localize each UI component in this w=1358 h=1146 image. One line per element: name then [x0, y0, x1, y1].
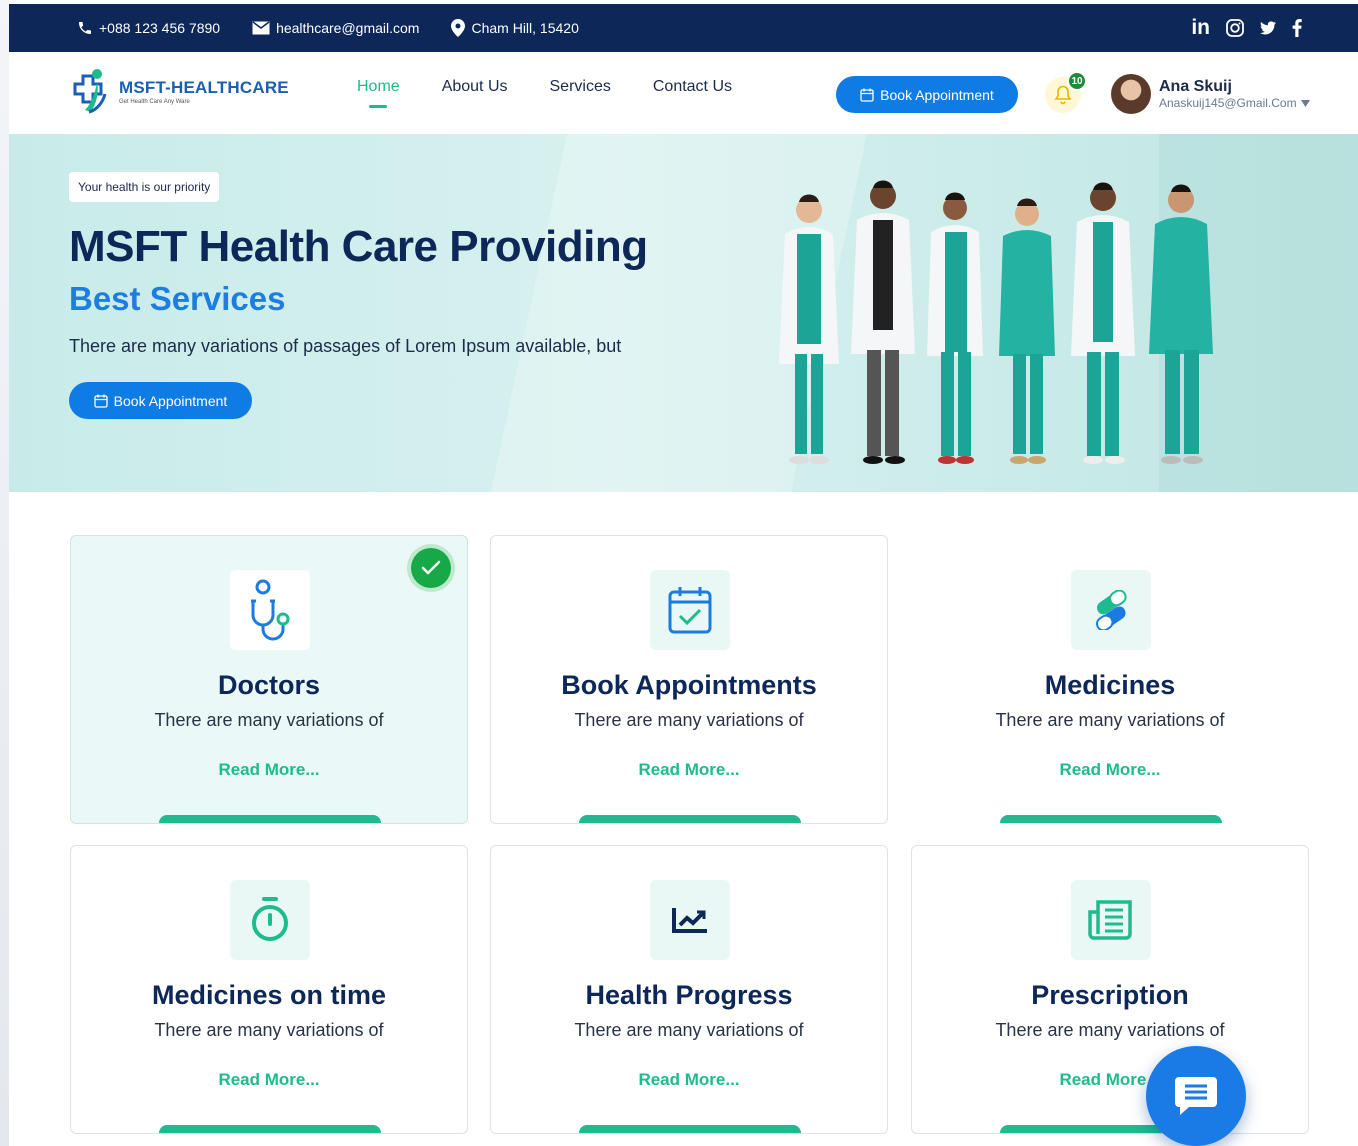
service-icon-box: [230, 880, 310, 960]
brand-name: MSFT-HEALTHCARE: [119, 77, 289, 97]
nav-item-services[interactable]: Services: [550, 78, 611, 96]
doctor-figure: [927, 192, 983, 464]
medical-staff-image: [779, 180, 1213, 464]
card-accent-bar: [579, 1125, 801, 1133]
service-icon-box: [1071, 880, 1151, 960]
hero-subtitle: Best Services: [69, 280, 286, 317]
read-more-link[interactable]: Read More...: [912, 1070, 1308, 1090]
service-title: Prescription: [1031, 980, 1189, 1010]
service-card-book-appointments[interactable]: Book Appointments There are many variati…: [490, 535, 888, 824]
notification-count-badge: 10: [1067, 71, 1087, 91]
card-accent-bar: [159, 815, 381, 823]
linkedin-icon[interactable]: in: [1191, 16, 1210, 40]
service-icon-box: [1071, 570, 1151, 650]
avatar: [1111, 74, 1151, 114]
calendar-icon: [94, 394, 108, 408]
service-description: There are many variations of: [154, 710, 384, 730]
chart-line-icon: [672, 908, 707, 933]
facebook-icon[interactable]: [1292, 19, 1302, 37]
hero-title: MSFT Health Care Providing: [69, 222, 648, 271]
card-accent-bar: [159, 1125, 381, 1133]
book-appointment-label: Book Appointment: [880, 86, 994, 103]
service-icon-box: [650, 570, 730, 650]
nav-item-about-us[interactable]: About Us: [442, 78, 508, 96]
twitter-icon[interactable]: [1260, 21, 1276, 35]
email-contact[interactable]: healthcare@gmail.com: [252, 20, 419, 36]
page: +088 123 456 7890 healthcare@gmail.com C…: [9, 4, 1358, 1146]
service-description: There are many variations of: [574, 1020, 804, 1040]
nav-item-home[interactable]: Home: [357, 78, 400, 96]
calendar-check-icon: [668, 587, 712, 634]
service-icon-box: [230, 570, 310, 650]
service-title: Book Appointments: [561, 670, 817, 700]
service-title: Health Progress: [585, 980, 793, 1010]
service-description: There are many variations of: [995, 1020, 1225, 1040]
location-pin-icon: [451, 19, 466, 37]
stethoscope-icon: [251, 579, 290, 641]
phone-icon: [79, 22, 91, 34]
user-email: Anaskuij145@Gmail.Com: [1159, 96, 1297, 110]
hero-book-appointment-button[interactable]: Book Appointment: [69, 382, 252, 419]
doctor-figure: [1071, 182, 1135, 464]
window-left-edge: [0, 0, 9, 1146]
doctor-figure: [1149, 184, 1213, 464]
user-profile-menu[interactable]: Ana Skuij Anaskuij145@Gmail.Com: [1111, 74, 1310, 114]
service-icon-box: [650, 880, 730, 960]
selected-check-icon: [411, 548, 451, 588]
read-more-link[interactable]: Read More...: [71, 760, 467, 780]
service-description: There are many variations of: [154, 1020, 384, 1040]
address-text: Cham Hill, 15420: [471, 20, 579, 36]
service-title: Doctors: [217, 670, 320, 700]
service-card-prescription[interactable]: Prescription There are many variations o…: [911, 845, 1309, 1134]
read-more-link[interactable]: Read More...: [491, 760, 887, 780]
phone-contact[interactable]: +088 123 456 7890: [77, 20, 220, 36]
book-appointment-button[interactable]: Book Appointment: [836, 76, 1018, 113]
card-accent-bar: [579, 815, 801, 823]
service-description: There are many variations of: [995, 710, 1225, 730]
chat-button[interactable]: [1146, 1046, 1246, 1146]
healthcare-logo-icon: [73, 69, 107, 114]
read-more-link[interactable]: Read More...: [912, 760, 1308, 780]
top-contact-bar: +088 123 456 7890 healthcare@gmail.com C…: [9, 4, 1358, 52]
email-address: healthcare@gmail.com: [276, 20, 420, 36]
stopwatch-icon: [252, 897, 288, 941]
doctor-figure: [779, 194, 839, 464]
service-card-doctors[interactable]: Doctors There are many variations of Rea…: [70, 535, 468, 824]
nav-menu: Home About Us Services Contact Us: [357, 78, 732, 96]
instagram-icon[interactable]: [1226, 19, 1244, 37]
notification-button[interactable]: 10: [1045, 71, 1087, 113]
read-more-link[interactable]: Read More...: [71, 1070, 467, 1090]
chat-bubble-icon: [1175, 1077, 1217, 1115]
nav-item-contact-us[interactable]: Contact Us: [653, 78, 732, 96]
hero-description: There are many variations of passages of…: [69, 336, 622, 356]
user-name: Ana Skuij: [1159, 78, 1232, 95]
read-more-link[interactable]: Read More...: [491, 1070, 887, 1090]
service-description: There are many variations of: [574, 710, 804, 730]
brand-tagline: Get Health Care Any Ware: [119, 98, 190, 105]
social-links: in: [1191, 4, 1302, 52]
service-card-medicines-on-time[interactable]: Medicines on time There are many variati…: [70, 845, 468, 1134]
hero-book-appointment-label: Book Appointment: [113, 392, 228, 409]
hero-tagline: Your health is our priority: [69, 172, 220, 202]
service-card-medicines[interactable]: Medicines There are many variations of R…: [911, 535, 1309, 824]
newspaper-icon: [1088, 900, 1132, 940]
calendar-icon: [860, 88, 874, 102]
hero-banner: Your health is our priority MSFT Health …: [9, 134, 1358, 492]
doctor-figure: [851, 180, 915, 464]
caret-down-icon: [1300, 99, 1310, 107]
address-contact[interactable]: Cham Hill, 15420: [451, 19, 579, 37]
service-title: Medicines: [1044, 670, 1176, 700]
pills-icon: [1096, 590, 1127, 630]
brand-logo[interactable]: MSFT-HEALTHCARE Get Health Care Any Ware: [67, 66, 289, 116]
phone-number: +088 123 456 7890: [99, 20, 221, 36]
main-navbar: MSFT-HEALTHCARE Get Health Care Any Ware…: [9, 52, 1358, 134]
envelope-icon: [252, 21, 270, 35]
card-accent-bar: [1000, 815, 1222, 823]
doctor-figure: [999, 198, 1055, 464]
service-card-health-progress[interactable]: Health Progress There are many variation…: [490, 845, 888, 1134]
service-title: Medicines on time: [151, 980, 387, 1010]
